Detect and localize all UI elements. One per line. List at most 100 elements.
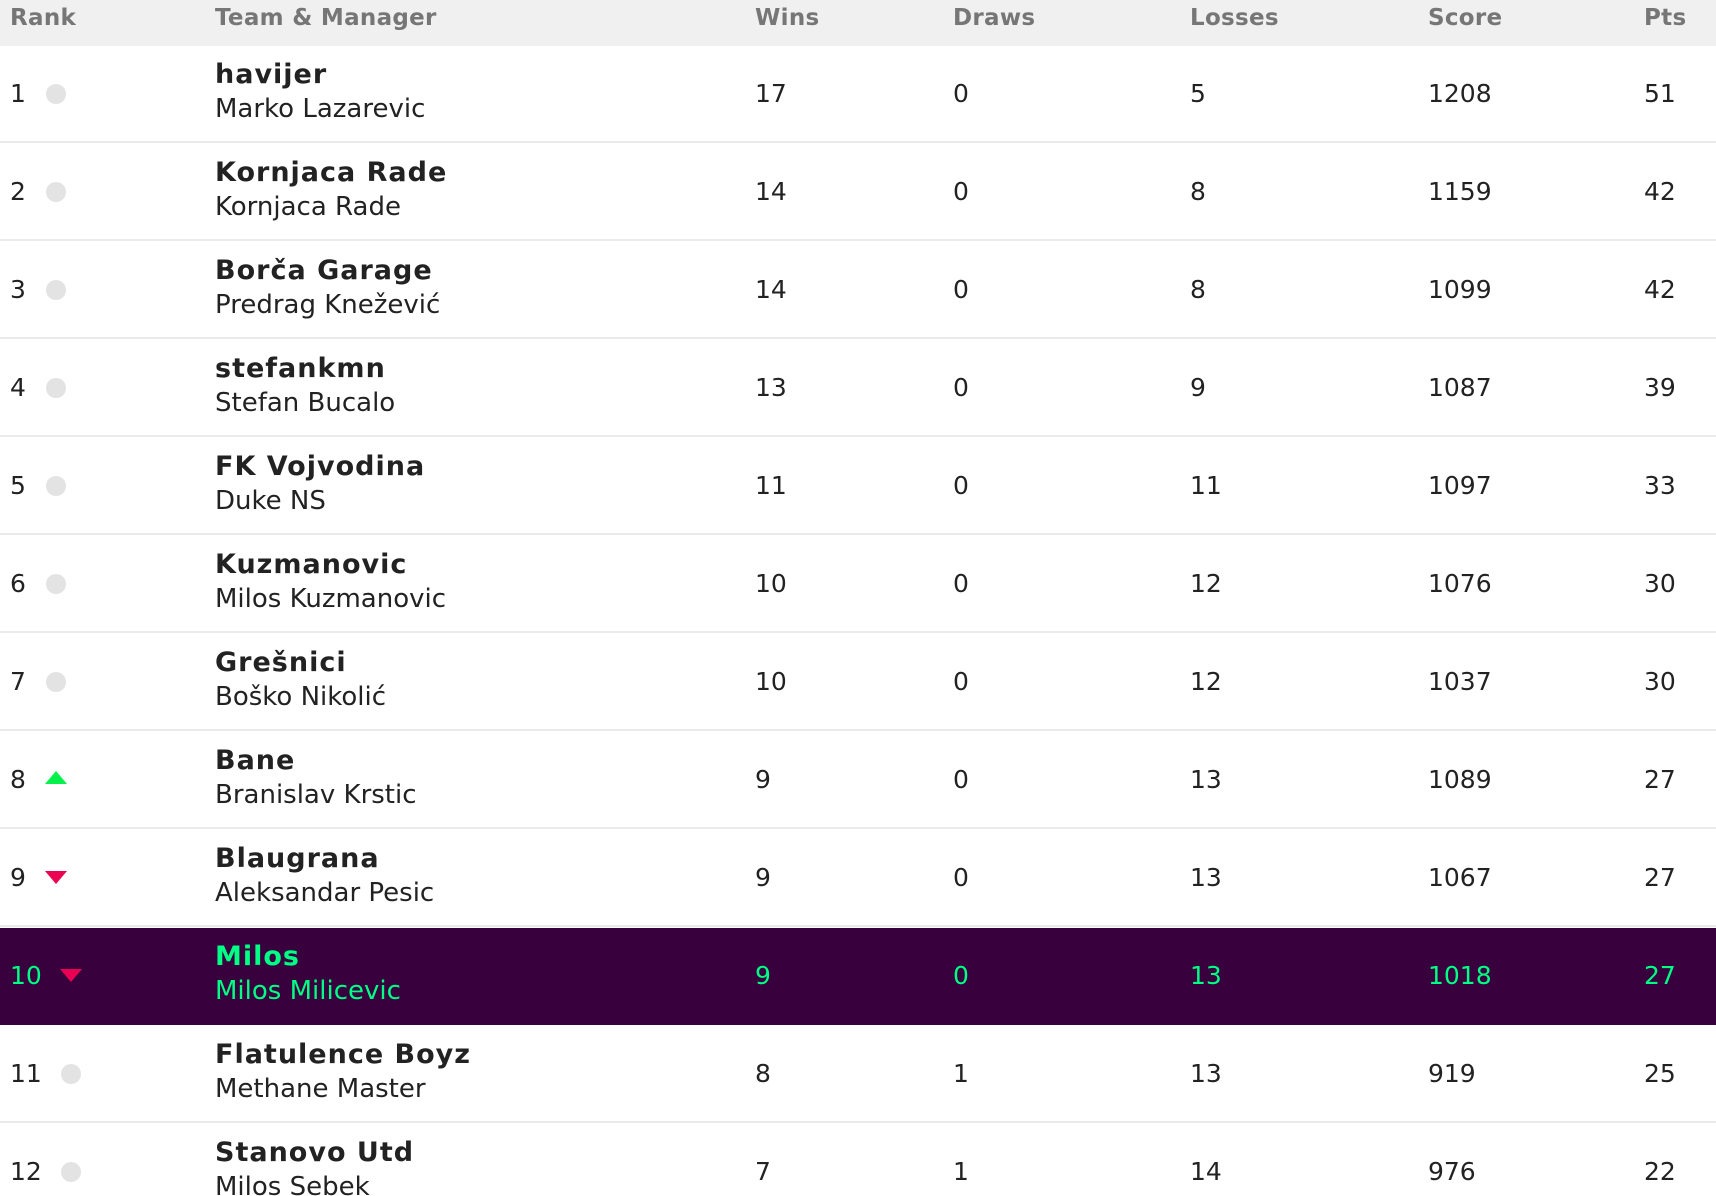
wins-value: 9 xyxy=(755,961,771,990)
team-manager-cell: Flatulence Boyz Methane Master xyxy=(215,1038,471,1114)
draws-value: 0 xyxy=(953,471,969,500)
manager-name: Duke NS xyxy=(215,486,326,516)
pts-value: 22 xyxy=(1644,1157,1676,1186)
draws-value: 0 xyxy=(953,569,969,598)
arrow-down-icon xyxy=(44,830,68,925)
losses-value: 13 xyxy=(1190,1059,1222,1088)
pts-value: 39 xyxy=(1644,373,1676,402)
score-value: 1037 xyxy=(1428,667,1492,696)
column-header-rank[interactable]: Rank xyxy=(10,0,76,36)
team-name-link[interactable]: Kornjaca Rade xyxy=(215,156,447,190)
table-row[interactable]: 4 stefankmn Stefan Bucalo 13 0 9 1087 39 xyxy=(0,340,1716,437)
score-value: 1208 xyxy=(1428,79,1492,108)
table-row[interactable]: 3 Borča Garage Predrag Knežević 14 0 8 1099 42 xyxy=(0,242,1716,339)
team-manager-cell: FK Vojvodina Duke NS xyxy=(215,450,425,526)
team-manager-cell: havijer Marko Lazarevic xyxy=(215,58,425,134)
table-row-current-user[interactable]: 10 Milos Milos Milicevic 9 0 13 1018 27 xyxy=(0,928,1716,1025)
score-value: 1097 xyxy=(1428,471,1492,500)
rank-value: 9 xyxy=(10,863,26,892)
team-manager-cell: Borča Garage Predrag Knežević xyxy=(215,254,440,330)
draws-value: 0 xyxy=(953,765,969,794)
no-change-dot-icon xyxy=(44,536,68,631)
team-manager-cell: Blaugrana Aleksandar Pesic xyxy=(215,842,434,918)
wins-value: 14 xyxy=(755,275,787,304)
wins-value: 7 xyxy=(755,1157,771,1186)
manager-name: Milos Milicevic xyxy=(215,976,401,1006)
table-row[interactable]: 5 FK Vojvodina Duke NS 11 0 11 1097 33 xyxy=(0,438,1716,535)
score-value: 1087 xyxy=(1428,373,1492,402)
draws-value: 0 xyxy=(953,863,969,892)
wins-value: 17 xyxy=(755,79,787,108)
rank-value: 2 xyxy=(10,177,26,206)
team-manager-cell: Milos Milos Milicevic xyxy=(215,940,401,1016)
losses-value: 13 xyxy=(1190,765,1222,794)
team-name-link[interactable]: FK Vojvodina xyxy=(215,450,425,484)
team-name-link[interactable]: Flatulence Boyz xyxy=(215,1038,471,1072)
no-change-dot-icon xyxy=(44,340,68,435)
draws-value: 0 xyxy=(953,275,969,304)
losses-value: 13 xyxy=(1190,961,1222,990)
score-value: 1076 xyxy=(1428,569,1492,598)
draws-value: 0 xyxy=(953,79,969,108)
column-header-score[interactable]: Score xyxy=(1428,0,1502,36)
draws-value: 0 xyxy=(953,961,969,990)
rank-value: 1 xyxy=(10,79,26,108)
column-header-losses[interactable]: Losses xyxy=(1190,0,1279,36)
draws-value: 0 xyxy=(953,177,969,206)
team-name-link[interactable]: Bane xyxy=(215,744,417,778)
no-change-dot-icon xyxy=(44,634,68,729)
table-row[interactable]: 6 Kuzmanovic Milos Kuzmanovic 10 0 12 1076 30 xyxy=(0,536,1716,633)
rank-value: 5 xyxy=(10,471,26,500)
rank-value: 12 xyxy=(10,1157,42,1186)
no-change-dot-icon xyxy=(44,144,68,239)
wins-value: 9 xyxy=(755,863,771,892)
arrow-down-icon xyxy=(59,928,83,1023)
column-header-team-manager[interactable]: Team & Manager xyxy=(215,0,437,36)
wins-value: 11 xyxy=(755,471,787,500)
table-row[interactable]: 1 havijer Marko Lazarevic 17 0 5 1208 51 xyxy=(0,46,1716,143)
manager-name: Branislav Krstic xyxy=(215,780,417,810)
table-row[interactable]: 8 Bane Branislav Krstic 9 0 13 1089 27 xyxy=(0,732,1716,829)
team-manager-cell: Kuzmanovic Milos Kuzmanovic xyxy=(215,548,446,624)
team-manager-cell: Kornjaca Rade Kornjaca Rade xyxy=(215,156,447,232)
rank-value: 3 xyxy=(10,275,26,304)
rank-value: 6 xyxy=(10,569,26,598)
draws-value: 1 xyxy=(953,1157,969,1186)
table-row[interactable]: 11 Flatulence Boyz Methane Master 8 1 13 919 25 xyxy=(0,1026,1716,1123)
team-name-link[interactable]: stefankmn xyxy=(215,352,395,386)
no-change-dot-icon xyxy=(44,46,68,141)
pts-value: 42 xyxy=(1644,177,1676,206)
team-name-link[interactable]: Stanovo Utd xyxy=(215,1136,414,1170)
wins-value: 14 xyxy=(755,177,787,206)
score-value: 1099 xyxy=(1428,275,1492,304)
team-name-link[interactable]: Kuzmanovic xyxy=(215,548,446,582)
rank-value: 11 xyxy=(10,1059,42,1088)
rank-value: 8 xyxy=(10,765,26,794)
table-row[interactable]: 7 Grešnici Boško Nikolić 10 0 12 1037 30 xyxy=(0,634,1716,731)
manager-name: Milos Sebek xyxy=(215,1172,370,1196)
losses-value: 8 xyxy=(1190,177,1206,206)
pts-value: 51 xyxy=(1644,79,1676,108)
losses-value: 12 xyxy=(1190,667,1222,696)
column-header-pts[interactable]: Pts xyxy=(1644,0,1686,36)
no-change-dot-icon xyxy=(44,438,68,533)
team-manager-cell: Bane Branislav Krstic xyxy=(215,744,417,820)
pts-value: 27 xyxy=(1644,961,1676,990)
pts-value: 25 xyxy=(1644,1059,1676,1088)
team-name-link[interactable]: Borča Garage xyxy=(215,254,440,288)
table-row[interactable]: 9 Blaugrana Aleksandar Pesic 9 0 13 1067 27 xyxy=(0,830,1716,927)
column-header-draws[interactable]: Draws xyxy=(953,0,1035,36)
team-manager-cell: stefankmn Stefan Bucalo xyxy=(215,352,395,428)
team-name-link[interactable]: Milos xyxy=(215,940,401,974)
manager-name: Aleksandar Pesic xyxy=(215,878,435,908)
team-name-link[interactable]: Blaugrana xyxy=(215,842,434,876)
team-name-link[interactable]: havijer xyxy=(215,58,425,92)
manager-name: Stefan Bucalo xyxy=(215,388,396,418)
column-header-wins[interactable]: Wins xyxy=(755,0,820,36)
team-name-link[interactable]: Grešnici xyxy=(215,646,386,680)
table-row[interactable]: 2 Kornjaca Rade Kornjaca Rade 14 0 8 1159 42 xyxy=(0,144,1716,241)
table-row[interactable]: 12 Stanovo Utd Milos Sebek 7 1 14 976 22 xyxy=(0,1124,1716,1196)
losses-value: 14 xyxy=(1190,1157,1222,1186)
wins-value: 10 xyxy=(755,667,787,696)
rank-value: 10 xyxy=(10,961,42,990)
